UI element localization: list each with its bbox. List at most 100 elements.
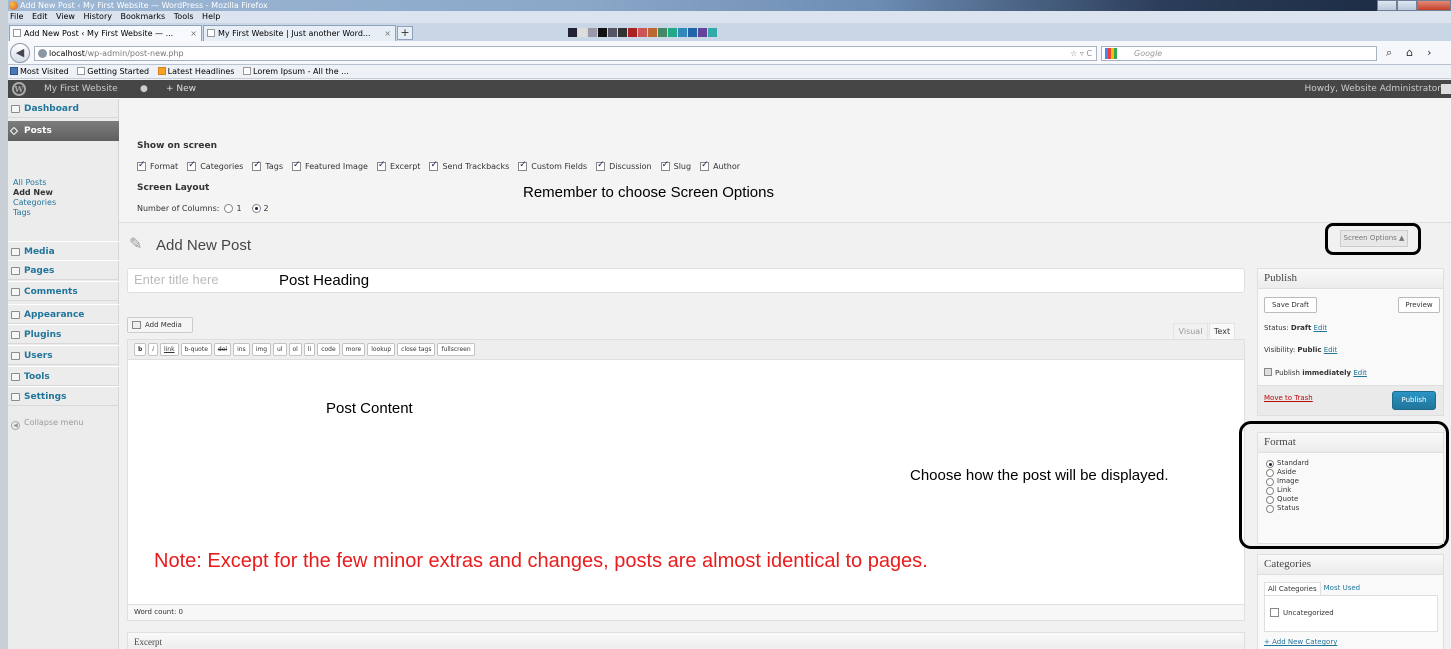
search-input[interactable]: Google [1101, 46, 1377, 61]
checkbox-tags[interactable]: Tags [252, 160, 283, 171]
columns-radio-2[interactable] [251, 204, 261, 213]
category-uncategorized[interactable]: Uncategorized [1270, 608, 1334, 617]
home-icon[interactable]: ⌂ [1406, 46, 1427, 59]
checkbox-featured-image[interactable]: Featured Image [292, 160, 368, 171]
collapse-menu[interactable]: ◀ Collapse menu [11, 418, 83, 430]
minimize-button[interactable] [1377, 0, 1397, 11]
avatar[interactable] [1441, 84, 1451, 94]
sidebar-item-pages[interactable]: Pages [8, 260, 119, 280]
comments-bubble-icon[interactable]: ● [140, 80, 148, 98]
qt-del-button[interactable]: del [213, 343, 232, 356]
tab-visual[interactable]: Visual [1173, 323, 1208, 340]
sidebar-item-posts[interactable]: Posts [8, 121, 127, 141]
save-draft-button[interactable]: Save Draft [1264, 297, 1317, 313]
submenu-add-new[interactable]: Add New [8, 188, 119, 198]
menu-history[interactable]: History [84, 12, 112, 21]
excerpt-box-header[interactable]: Excerpt [127, 632, 1245, 649]
format-box-title[interactable]: Format [1258, 433, 1443, 453]
menu-view[interactable]: View [56, 12, 75, 21]
qt-lookup-button[interactable]: lookup [367, 343, 396, 356]
submenu-tags[interactable]: Tags [8, 208, 119, 218]
qt-li-button[interactable]: li [303, 343, 316, 356]
checkbox-format[interactable]: Format [137, 160, 178, 171]
sidebar-item-appearance[interactable]: Appearance [8, 304, 119, 324]
format-option-standard[interactable]: Standard [1266, 459, 1309, 468]
admin-bar-site-name[interactable]: My First Website [44, 80, 118, 98]
post-title-input[interactable]: Enter title here Post Heading [127, 268, 1245, 293]
bookmark-most-visited[interactable]: Most Visited [10, 65, 69, 78]
sidebar-item-settings[interactable]: Settings [8, 386, 119, 406]
admin-bar-new[interactable]: + New [166, 80, 196, 98]
submenu-all-posts[interactable]: All Posts [8, 178, 119, 188]
checkbox-excerpt[interactable]: Excerpt [376, 160, 420, 171]
format-option-image[interactable]: Image [1266, 477, 1309, 486]
bookmark-lorem-ipsum[interactable]: Lorem Ipsum - All the ... [243, 65, 349, 78]
new-tab-button[interactable]: + [397, 26, 413, 40]
bookmark-getting-started[interactable]: Getting Started [77, 65, 149, 78]
close-window-button[interactable] [1417, 0, 1451, 11]
bookmark-latest-headlines[interactable]: Latest Headlines [157, 65, 234, 78]
format-option-link[interactable]: Link [1266, 486, 1309, 495]
close-tab-icon[interactable]: × [384, 26, 391, 41]
bookmark-star-icon[interactable]: ☆ ▿ C [1070, 47, 1092, 60]
checkbox-slug[interactable]: Slug [660, 160, 691, 171]
add-new-category-link[interactable]: + Add New Category [1264, 638, 1337, 646]
publish-box-title[interactable]: Publish [1258, 269, 1443, 289]
format-option-quote[interactable]: Quote [1266, 495, 1309, 504]
sidebar-item-users[interactable]: Users [8, 345, 119, 365]
sidebar-item-dashboard[interactable]: Dashboard [8, 98, 119, 118]
menu-edit[interactable]: Edit [32, 12, 48, 21]
edit-visibility-link[interactable]: Edit [1324, 346, 1338, 354]
qt-more-button[interactable]: more [341, 343, 366, 356]
qt-fullscreen-button[interactable]: fullscreen [437, 343, 475, 356]
qt-close-tags-button[interactable]: close tags [397, 343, 436, 356]
menu-tools[interactable]: Tools [174, 12, 194, 21]
preview-button[interactable]: Preview [1398, 297, 1440, 313]
qt-img-button[interactable]: img [251, 343, 272, 356]
url-bar[interactable]: localhost/wp-admin/post-new.php ☆ ▿ C [34, 46, 1097, 61]
admin-bar-howdy[interactable]: Howdy, Website Administrator [1305, 80, 1442, 98]
maximize-button[interactable] [1397, 0, 1417, 11]
columns-radio-1[interactable] [224, 204, 234, 213]
menu-bookmarks[interactable]: Bookmarks [121, 12, 166, 21]
qt-ol-button[interactable]: ol [288, 343, 302, 356]
submenu-categories[interactable]: Categories [8, 198, 119, 208]
browser-tab-add-new-post[interactable]: Add New Post ‹ My First Website — ... × [9, 25, 202, 41]
tab-all-categories[interactable]: All Categories [1264, 582, 1321, 596]
search-icon[interactable]: ⌕ [1386, 46, 1406, 59]
categories-box-title[interactable]: Categories [1258, 555, 1443, 575]
move-to-trash-link[interactable]: Move to Trash [1264, 394, 1313, 402]
qt-bquote-button[interactable]: b-quote [180, 343, 212, 356]
add-media-button[interactable]: Add Media [127, 317, 193, 333]
format-option-aside[interactable]: Aside [1266, 468, 1309, 477]
qt-bold-button[interactable]: b [134, 343, 147, 356]
qt-link-button[interactable]: link [159, 343, 179, 356]
publish-button[interactable]: Publish [1392, 391, 1436, 410]
back-arrow-icon[interactable]: ◀ [10, 43, 30, 63]
checkbox-send-trackbacks[interactable]: Send Trackbacks [429, 160, 509, 171]
overflow-icon[interactable]: › [1427, 46, 1445, 59]
checkbox-custom-fields[interactable]: Custom Fields [518, 160, 587, 171]
qt-ins-button[interactable]: ins [233, 343, 250, 356]
sidebar-item-tools[interactable]: Tools [8, 366, 119, 386]
browser-tab-my-first-website[interactable]: My First Website | Just another Word... … [203, 25, 396, 41]
menu-file[interactable]: File [10, 12, 23, 21]
sidebar-item-comments[interactable]: Comments [8, 281, 119, 301]
qt-italic-button[interactable]: i [148, 343, 158, 356]
sidebar-item-media[interactable]: Media [8, 241, 119, 261]
checkbox-categories[interactable]: Categories [187, 160, 243, 171]
tab-most-used[interactable]: Most Used [1321, 582, 1363, 596]
checkbox-discussion[interactable]: Discussion [596, 160, 652, 171]
edit-publish-time-link[interactable]: Edit [1353, 369, 1367, 377]
tab-text[interactable]: Text [1209, 323, 1235, 340]
checkbox-author[interactable]: Author [700, 160, 740, 171]
screen-options-button[interactable]: Screen Options ▲ [1340, 230, 1408, 247]
wordpress-logo-icon[interactable]: W [12, 82, 26, 96]
close-tab-icon[interactable]: × [190, 26, 197, 41]
edit-status-link[interactable]: Edit [1314, 324, 1328, 332]
qt-ul-button[interactable]: ul [273, 343, 287, 356]
sidebar-item-plugins[interactable]: Plugins [8, 324, 119, 344]
format-option-status[interactable]: Status [1266, 504, 1309, 513]
menu-help[interactable]: Help [202, 12, 220, 21]
qt-code-button[interactable]: code [317, 343, 340, 356]
